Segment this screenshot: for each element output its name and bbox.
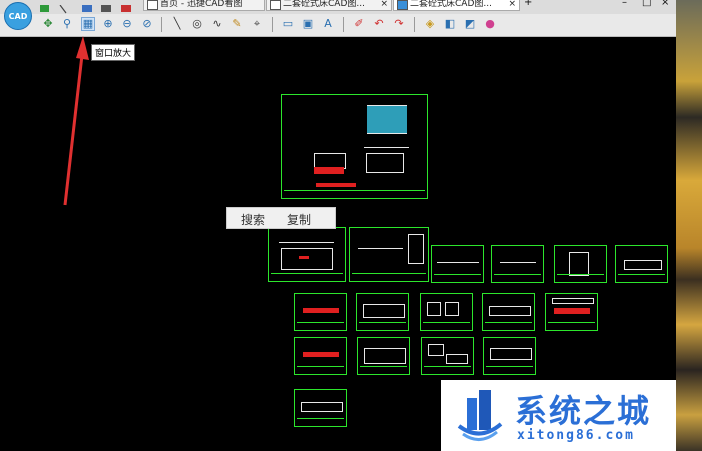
measure-icon[interactable]: ⌖ — [250, 17, 264, 31]
text-icon[interactable]: A — [321, 17, 335, 31]
rectangle-icon[interactable]: ▭ — [281, 17, 295, 31]
minimize-button[interactable]: – — [622, 0, 627, 8]
watermark-name: 系统之城 — [515, 392, 652, 430]
drawing-sheet[interactable] — [294, 337, 347, 375]
pencil-icon[interactable]: ✎ — [230, 17, 244, 31]
drawing-sheet[interactable] — [294, 293, 347, 331]
line-icon[interactable]: ╲ — [170, 17, 184, 31]
zoom-previous-icon[interactable]: ⊘ — [140, 17, 154, 31]
3d-view-icon[interactable]: ◩ — [463, 17, 477, 31]
drawing-sheet[interactable] — [349, 227, 429, 282]
drawing-sheet[interactable] — [545, 293, 598, 331]
zoom-out-icon[interactable]: ⊖ — [120, 17, 134, 31]
tab-drawing-2-label: 二套砼式床CAD图... — [410, 0, 492, 9]
tab-drawing-1[interactable]: 二套砼式床CAD图... × — [266, 0, 392, 11]
drawing-sheet[interactable] — [356, 293, 409, 331]
new-tab-button[interactable]: + — [524, 0, 532, 8]
drawing-sheet[interactable] — [431, 245, 484, 283]
tab-drawing-1-label: 二套砼式床CAD图... — [283, 0, 365, 9]
spline-icon[interactable]: ∿ — [210, 17, 224, 31]
search-menu-item[interactable]: 搜索 — [241, 211, 265, 228]
drawing-sheet[interactable] — [491, 245, 544, 283]
layout-icon[interactable]: ◧ — [443, 17, 457, 31]
watermark-logo-icon — [457, 390, 503, 441]
drawing-sheet[interactable] — [420, 293, 473, 331]
watermark-url: xitong86.com — [517, 428, 635, 443]
toolbar-separator — [161, 17, 162, 32]
tab-home-label: 首页 - 迅捷CAD看图 — [160, 0, 243, 9]
home-tab-icon — [147, 0, 158, 10]
drawing-sheet[interactable] — [554, 245, 607, 283]
drawing-sheet[interactable] — [294, 389, 347, 427]
context-menu: 搜索 复制 — [226, 207, 336, 229]
drawing-sheet[interactable] — [268, 227, 346, 282]
circle-icon[interactable]: ◎ — [190, 17, 204, 31]
drawing-sheet[interactable] — [357, 337, 410, 375]
toolbar-separator — [414, 17, 415, 32]
desktop-background — [676, 0, 702, 451]
drawing-sheet[interactable] — [482, 293, 535, 331]
drawing-sheet[interactable] — [281, 94, 428, 199]
toolbar-separator — [343, 17, 344, 32]
frame-icon[interactable]: ▣ — [301, 17, 315, 31]
tab-drawing-2[interactable]: 二套砼式床CAD图... × — [393, 0, 520, 11]
drawing-sheet[interactable] — [483, 337, 536, 375]
cad-file-icon — [397, 0, 408, 10]
toolbar-separator — [272, 17, 273, 32]
tab-home[interactable]: 首页 - 迅捷CAD看图 — [143, 0, 265, 11]
app-logo: CAD — [4, 2, 32, 30]
watermark: 系统之城 xitong86.com — [441, 380, 676, 451]
cad-file-icon — [270, 0, 281, 10]
redo-icon[interactable]: ↷ — [392, 17, 406, 31]
eraser-icon[interactable]: ✐ — [352, 17, 366, 31]
copy-menu-item[interactable]: 复制 — [287, 211, 311, 228]
close-tab-icon[interactable]: × — [380, 0, 388, 11]
app-logo-text: CAD — [8, 11, 28, 21]
close-tab-icon[interactable]: × — [508, 0, 516, 11]
maximize-button[interactable]: □ — [642, 0, 651, 8]
undo-icon[interactable]: ↶ — [372, 17, 386, 31]
color-icon[interactable]: ● — [483, 17, 497, 31]
close-window-button[interactable]: × — [661, 0, 669, 8]
layer-icon[interactable]: ◈ — [423, 17, 437, 31]
drawing-sheet[interactable] — [615, 245, 668, 283]
drawing-sheet[interactable] — [421, 337, 474, 375]
